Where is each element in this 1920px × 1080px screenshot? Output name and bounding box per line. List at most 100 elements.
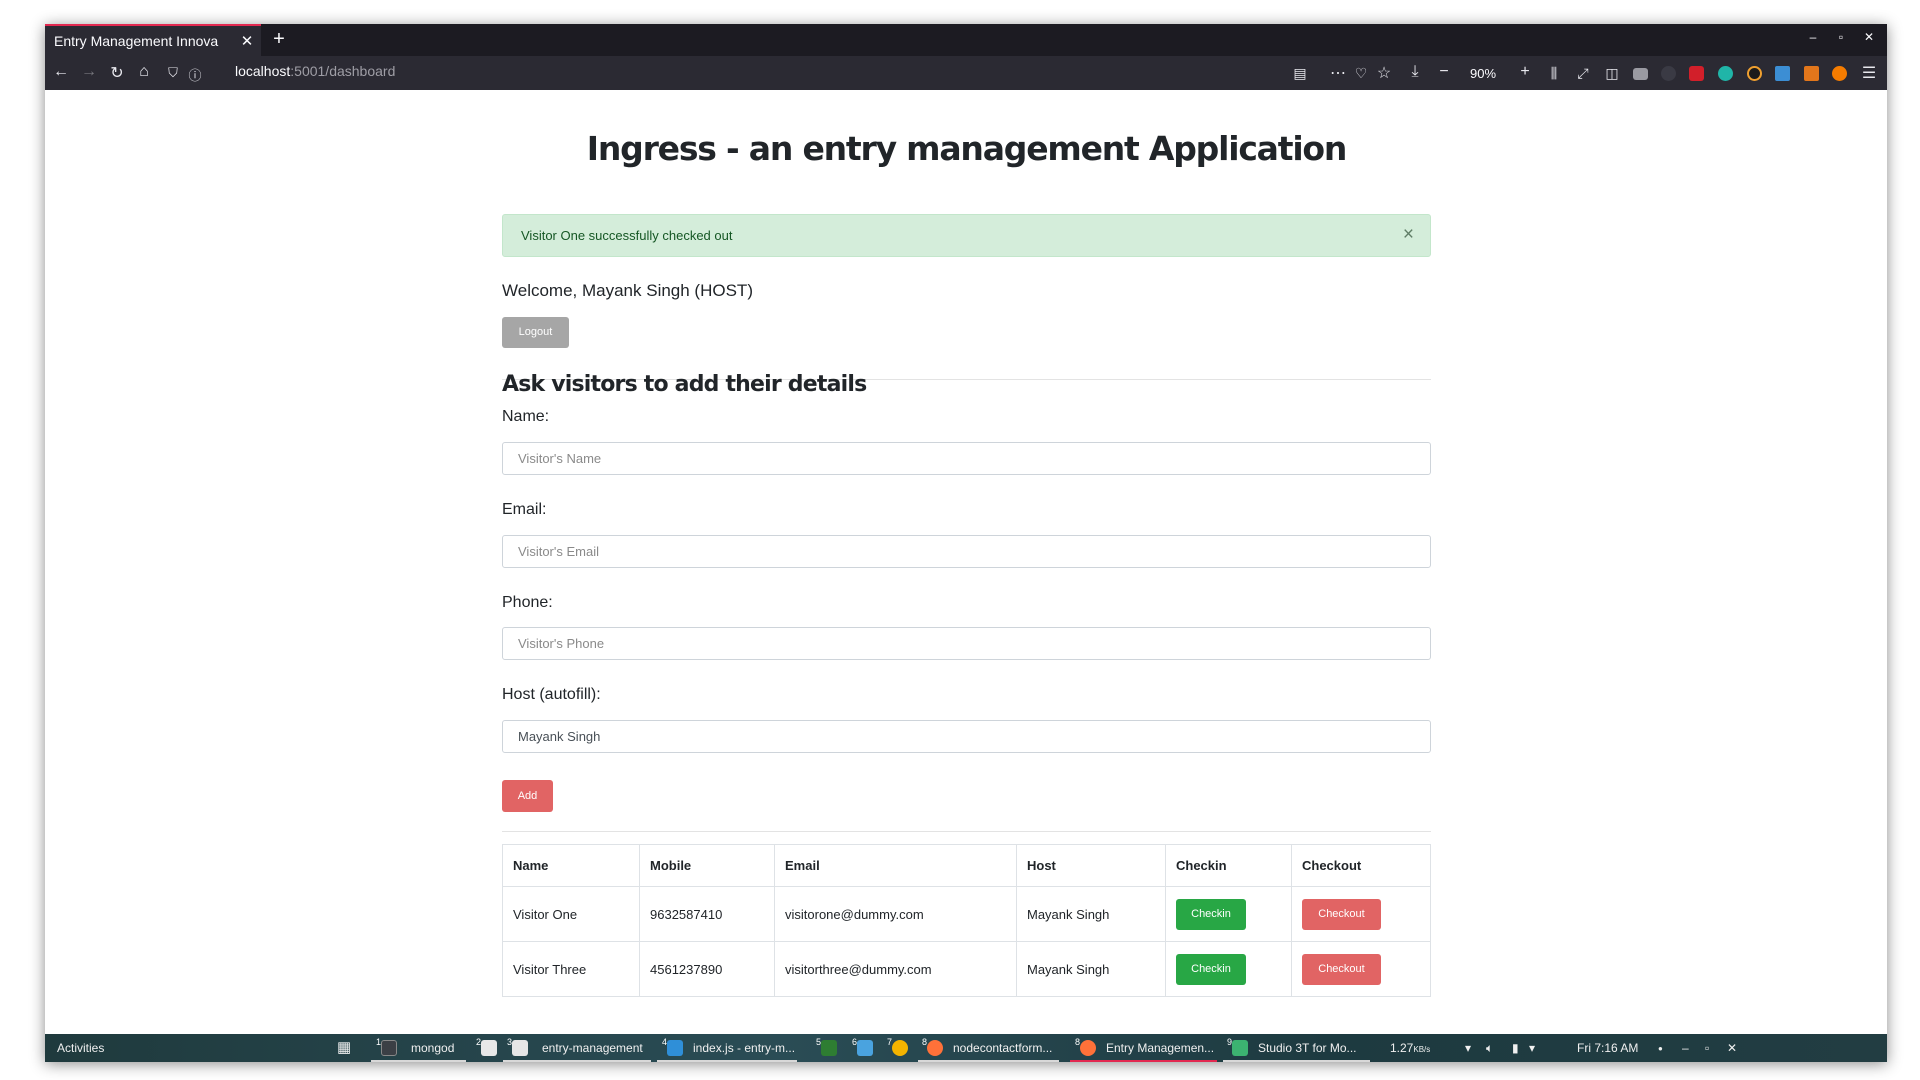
taskbar-maximize-button[interactable]: ▫ bbox=[1705, 1041, 1709, 1055]
navigation-toolbar: ← → ↻ ⌂ ⛉ ⓘ localhost:5001/dashboard ▤ ⋯… bbox=[45, 56, 1887, 90]
forward-arrow-icon[interactable]: → bbox=[79, 63, 99, 81]
metamask-fox-icon[interactable] bbox=[1804, 66, 1819, 81]
logout-button[interactable]: Logout bbox=[502, 317, 569, 348]
bookmark-star-icon[interactable]: ☆ bbox=[1374, 63, 1394, 83]
visitor-phone-input[interactable] bbox=[502, 627, 1431, 660]
close-window-button[interactable]: ✕ bbox=[1859, 30, 1879, 44]
active-indicator bbox=[1223, 1060, 1370, 1062]
system-menu-chevron-icon[interactable]: ▾ bbox=[1529, 1041, 1535, 1055]
add-visitor-button[interactable]: Add bbox=[502, 780, 553, 812]
cell-host: Mayank Singh bbox=[1016, 886, 1166, 942]
zoom-level[interactable]: 90% bbox=[1470, 66, 1496, 81]
chrome-icon[interactable] bbox=[892, 1040, 908, 1056]
network-speed: 1.27KB/s bbox=[1390, 1041, 1430, 1055]
taskbar-item-entry-management-browser[interactable]: Entry Managemen... bbox=[1106, 1041, 1214, 1055]
phone-label: Phone: bbox=[502, 594, 553, 611]
app-grid-icon[interactable]: ▦ bbox=[337, 1038, 351, 1056]
extension-orange-ring-icon[interactable] bbox=[1747, 66, 1762, 81]
tab-entry-management[interactable]: Entry Management Innova ✕ bbox=[45, 24, 261, 56]
notification-dot-icon: ● bbox=[1658, 1044, 1663, 1053]
checkin-button[interactable]: Checkin bbox=[1176, 898, 1246, 930]
url-bar[interactable]: localhost:5001/dashboard bbox=[235, 63, 395, 79]
sidebar-icon[interactable]: ◫ bbox=[1602, 65, 1622, 82]
hamburger-menu-icon[interactable]: ☰ bbox=[1859, 63, 1879, 83]
adblock-plus-icon[interactable] bbox=[1689, 66, 1704, 81]
volume-icon[interactable]: 🔈︎ bbox=[1486, 1041, 1493, 1056]
page-content: Ingress - an entry management Applicatio… bbox=[45, 90, 1887, 1034]
tab-strip: Entry Management Innova ✕ + – ▫ ✕ bbox=[45, 24, 1887, 56]
taskbar-item-entry-management[interactable]: entry-management bbox=[542, 1041, 643, 1055]
maximize-window-button[interactable]: ▫ bbox=[1831, 30, 1851, 44]
taskbar-minimize-button[interactable]: – bbox=[1682, 1041, 1689, 1055]
site-info-icon[interactable]: ⓘ bbox=[185, 65, 205, 84]
active-indicator bbox=[657, 1060, 797, 1062]
taskbar-item-vscode[interactable]: index.js - entry-m... bbox=[693, 1041, 795, 1055]
table-row: Visitor One 9632587410 visitorone@dummy.… bbox=[502, 886, 1431, 942]
battery-icon[interactable]: ▮ bbox=[1512, 1041, 1519, 1055]
table-row: Visitor Three 4561237890 visitorthree@du… bbox=[502, 941, 1431, 997]
reload-icon[interactable]: ↻ bbox=[107, 63, 127, 83]
close-tab-icon[interactable]: ✕ bbox=[233, 32, 261, 50]
host-input[interactable] bbox=[502, 720, 1431, 753]
active-indicator bbox=[1070, 1060, 1217, 1062]
zoom-in-icon[interactable]: + bbox=[1515, 63, 1535, 81]
tab-title: Entry Management Innova bbox=[54, 33, 219, 49]
taskbar-item-mongod[interactable]: mongod bbox=[411, 1041, 454, 1055]
column-header-email: Email bbox=[774, 844, 1017, 887]
cell-email: visitorthree@dummy.com bbox=[774, 941, 1017, 997]
extension-dark-icon[interactable] bbox=[1661, 66, 1676, 81]
zoom-out-icon[interactable]: − bbox=[1434, 63, 1454, 81]
visitor-email-input[interactable] bbox=[502, 535, 1431, 568]
extension-firefox-icon[interactable] bbox=[1832, 66, 1847, 81]
active-indicator bbox=[503, 1060, 651, 1062]
cell-host: Mayank Singh bbox=[1016, 941, 1166, 997]
column-header-host: Host bbox=[1016, 844, 1166, 887]
cell-name: Visitor Three bbox=[502, 941, 640, 997]
taskbar-close-button[interactable]: ✕ bbox=[1727, 1041, 1737, 1055]
active-indicator bbox=[918, 1060, 1059, 1062]
divider bbox=[502, 831, 1431, 832]
extension-teal-icon[interactable] bbox=[1718, 66, 1733, 81]
clock[interactable]: Fri 7:16 AM bbox=[1577, 1041, 1638, 1055]
host-label: Host (autofill): bbox=[502, 686, 601, 703]
checkout-button[interactable]: Checkout bbox=[1302, 953, 1381, 985]
taskbar-item-nodecontactform[interactable]: nodecontactform... bbox=[953, 1041, 1052, 1055]
studio3t-icon bbox=[1232, 1040, 1248, 1056]
download-icon[interactable]: ⤓ bbox=[1405, 63, 1425, 81]
taskbar-item-studio3t[interactable]: Studio 3T for Mo... bbox=[1258, 1041, 1357, 1055]
close-alert-icon[interactable]: × bbox=[1403, 224, 1414, 246]
shield-icon[interactable]: ⛉ bbox=[163, 65, 183, 81]
firefox-icon bbox=[1080, 1040, 1096, 1056]
terminal-green-icon[interactable] bbox=[821, 1040, 837, 1056]
terminal-icon bbox=[381, 1040, 397, 1056]
desktop-taskbar: Activities ▦ 1 mongod 2 3 entry-manageme… bbox=[45, 1034, 1887, 1062]
app-blue-icon[interactable] bbox=[857, 1040, 873, 1056]
new-tab-button[interactable]: + bbox=[267, 28, 291, 51]
activities-button[interactable]: Activities bbox=[57, 1041, 104, 1055]
cell-email: visitorone@dummy.com bbox=[774, 886, 1017, 942]
cell-mobile: 9632587410 bbox=[639, 886, 775, 942]
extension-blue-icon[interactable] bbox=[1775, 66, 1790, 81]
pocket-icon[interactable]: ♡ bbox=[1351, 65, 1371, 82]
record-app-icon[interactable] bbox=[481, 1040, 497, 1056]
back-arrow-icon[interactable]: ← bbox=[51, 63, 71, 81]
cell-name: Visitor One bbox=[502, 886, 640, 942]
checkout-button[interactable]: Checkout bbox=[1302, 898, 1381, 930]
minimize-window-button[interactable]: – bbox=[1803, 30, 1823, 44]
checkin-button[interactable]: Checkin bbox=[1176, 953, 1246, 985]
welcome-message: Welcome, Mayank Singh (HOST) bbox=[502, 281, 753, 300]
alert-message: Visitor One successfully checked out bbox=[521, 228, 733, 243]
library-icon[interactable]: ⫼ bbox=[1544, 65, 1564, 82]
page-actions-icon[interactable]: ⋯ bbox=[1328, 63, 1348, 83]
column-header-mobile: Mobile bbox=[639, 844, 775, 887]
fullscreen-icon[interactable]: ⤢ bbox=[1573, 65, 1593, 82]
name-label: Name: bbox=[502, 408, 550, 425]
home-icon[interactable]: ⌂ bbox=[134, 63, 154, 81]
wifi-icon[interactable]: ▾ bbox=[1465, 1041, 1471, 1055]
email-label: Email: bbox=[502, 501, 547, 518]
cell-checkin: Checkin bbox=[1165, 941, 1292, 997]
reader-view-icon[interactable]: ▤ bbox=[1290, 65, 1310, 82]
visitor-name-input[interactable] bbox=[502, 442, 1431, 475]
extension-toggle-icon[interactable] bbox=[1633, 68, 1648, 80]
vscode-icon bbox=[667, 1040, 683, 1056]
